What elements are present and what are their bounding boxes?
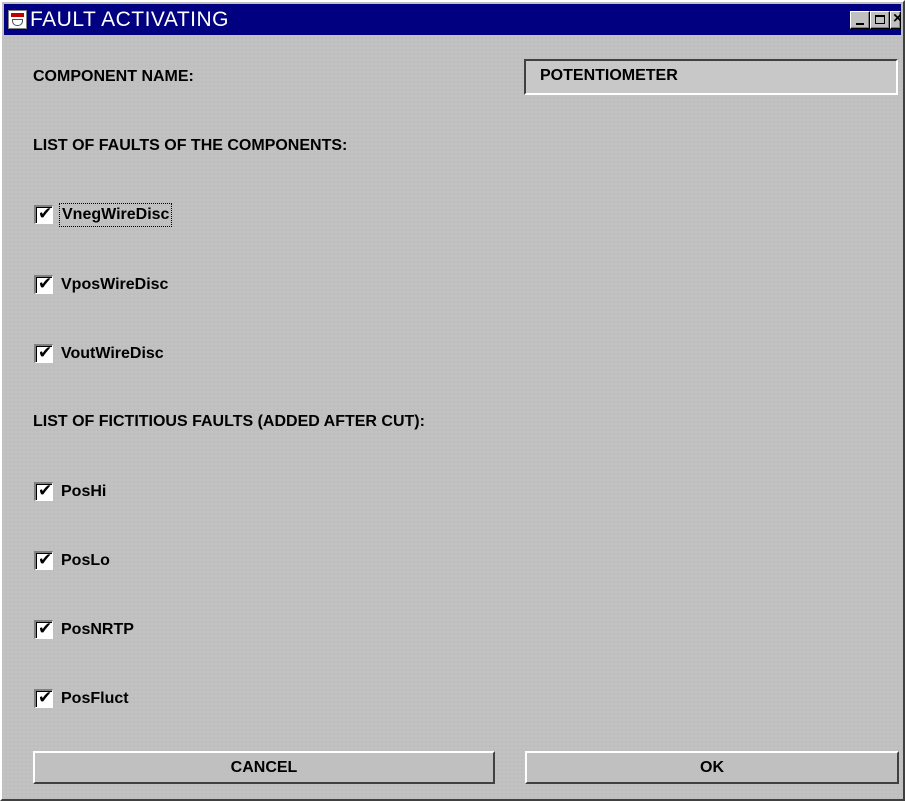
maximize-button[interactable] <box>870 11 890 29</box>
faults-list-heading: LIST OF FAULTS OF THE COMPONENTS: <box>33 137 348 154</box>
checkmark-icon: ✔ <box>38 550 53 569</box>
checkbox-box[interactable]: ✔ <box>34 619 53 639</box>
checkmark-icon: ✔ <box>38 343 53 362</box>
checkbox-label[interactable]: PosNRTP <box>59 619 136 641</box>
checkmark-icon: ✔ <box>38 481 53 500</box>
checkmark-icon: ✔ <box>38 688 53 707</box>
close-button[interactable]: × <box>890 11 901 29</box>
checkbox-label[interactable]: VposWireDisc <box>59 274 170 296</box>
checkbox-box[interactable]: ✔ <box>34 274 53 294</box>
checkmark-icon: ✔ <box>38 619 53 638</box>
fault-activating-dialog: FAULT ACTIVATING × COMPONENT NAME: POTEN… <box>0 0 905 801</box>
title-bar[interactable]: FAULT ACTIVATING × <box>4 4 901 35</box>
component-name-value: POTENTIOMETER <box>540 67 678 84</box>
component-name-field: POTENTIOMETER <box>524 59 898 95</box>
checkbox-label[interactable]: PosHi <box>59 481 108 503</box>
checkbox-label[interactable]: PosLo <box>59 550 112 572</box>
checkbox-label[interactable]: PosFluct <box>59 688 131 710</box>
checkbox-box[interactable]: ✔ <box>34 481 53 501</box>
checkbox-box[interactable]: ✔ <box>34 550 53 570</box>
minimize-button[interactable] <box>850 11 870 29</box>
cancel-button[interactable]: CANCEL <box>33 751 495 784</box>
fictitious-faults-heading: LIST OF FICTITIOUS FAULTS (ADDED AFTER C… <box>33 413 425 430</box>
checkbox-box[interactable]: ✔ <box>34 688 53 708</box>
window-title: FAULT ACTIVATING <box>30 8 229 31</box>
checkbox-label[interactable]: VnegWireDisc <box>59 203 173 227</box>
component-name-label: COMPONENT NAME: <box>33 68 194 85</box>
ok-button[interactable]: OK <box>525 751 899 784</box>
checkbox-box[interactable]: ✔ <box>34 343 53 363</box>
checkmark-icon: ✔ <box>38 204 53 223</box>
close-icon: × <box>893 12 900 28</box>
checkbox-label[interactable]: VoutWireDisc <box>59 343 166 365</box>
checkbox-box[interactable]: ✔ <box>34 204 53 224</box>
checkmark-icon: ✔ <box>38 274 53 293</box>
java-coffee-cup-icon[interactable] <box>8 10 27 29</box>
